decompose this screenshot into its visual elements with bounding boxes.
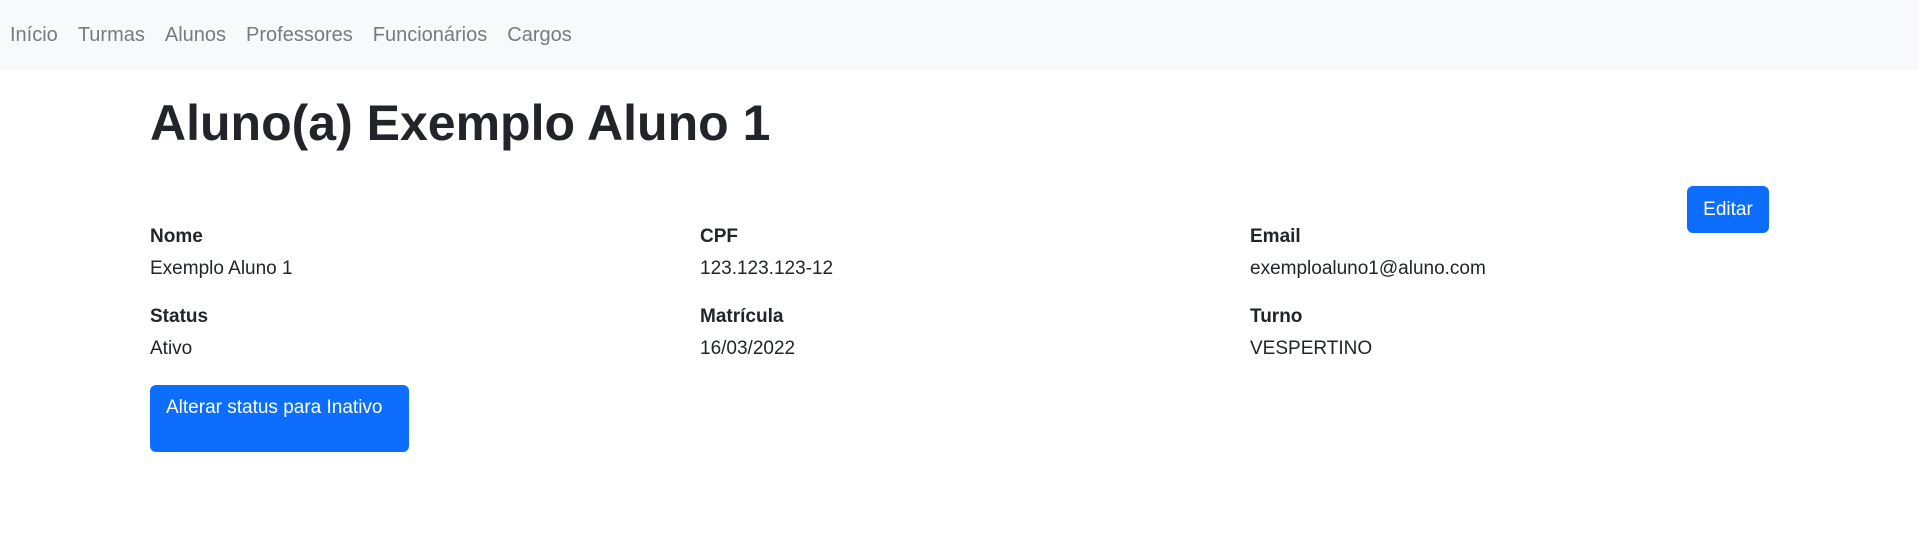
field-label: Matrícula [700,306,784,327]
nav-item-inicio[interactable]: Início [10,24,58,47]
field-turno: Turno VESPERTINO [1250,305,1770,385]
nav-item-professores[interactable]: Professores [246,24,353,47]
field-value: exemploaluno1@aluno.com [1250,258,1486,279]
change-status-button[interactable]: Alterar status para Inativo [150,385,409,452]
navbar: Início Turmas Alunos Professores Funcion… [0,0,1919,70]
field-status: Status Ativo [150,305,700,385]
field-value: 16/03/2022 [700,338,796,359]
nav-item-alunos[interactable]: Alunos [165,24,226,47]
field-label: Status [150,306,209,327]
field-value: VESPERTINO [1250,338,1373,359]
field-label: Turno [1250,306,1303,327]
edit-button[interactable]: Editar [1687,186,1769,233]
student-details: Nome Exemplo Aluno 1 CPF 123.123.123-12 … [150,225,1770,385]
field-email: Email exemploaluno1@aluno.com [1250,225,1770,305]
page-title: Aluno(a) Exemplo Aluno 1 [150,95,771,151]
field-value: Exemplo Aluno 1 [150,258,293,279]
nav-item-cargos[interactable]: Cargos [507,24,571,47]
field-label: Nome [150,226,203,247]
field-nome: Nome Exemplo Aluno 1 [150,225,700,305]
field-cpf: CPF 123.123.123-12 [700,225,1250,305]
field-matricula: Matrícula 16/03/2022 [700,305,1250,385]
field-label: CPF [700,226,738,247]
nav-item-funcionarios[interactable]: Funcionários [373,24,488,47]
nav-item-turmas[interactable]: Turmas [78,24,145,47]
main-content: Aluno(a) Exemplo Aluno 1 Editar Nome Exe… [150,96,1770,452]
field-value: Ativo [150,338,193,359]
field-value: 123.123.123-12 [700,258,834,279]
